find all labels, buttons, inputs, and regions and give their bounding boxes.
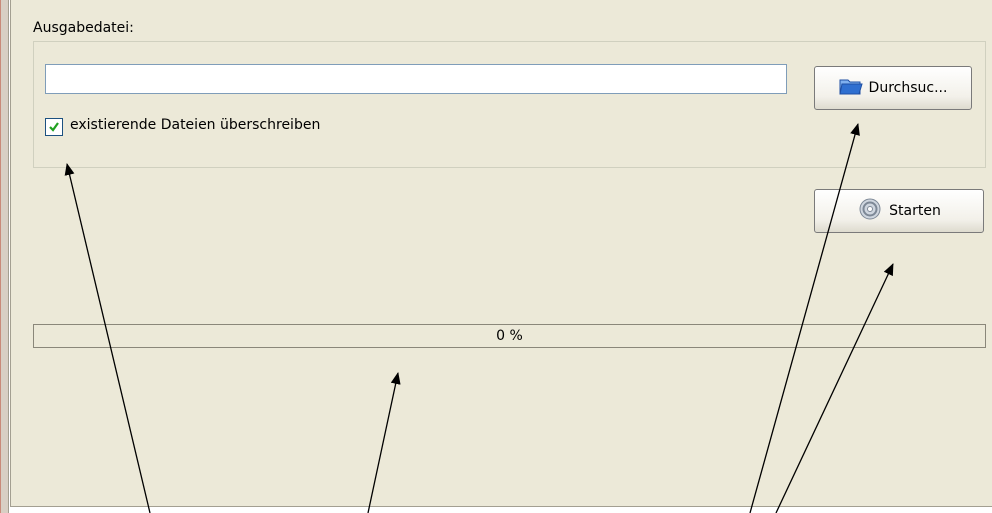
folder-icon — [838, 76, 863, 100]
browse-button-label: Durchsuc... — [868, 80, 948, 96]
start-button[interactable]: Starten — [814, 189, 984, 233]
progress-bar: 0 % — [33, 324, 986, 348]
panel-bottom-border — [10, 506, 992, 507]
left-window-rail — [0, 0, 9, 513]
output-file-path-input[interactable] — [45, 64, 787, 94]
progress-label: 0 % — [496, 328, 523, 344]
start-button-label: Starten — [889, 203, 941, 219]
gear-icon — [857, 196, 883, 226]
overwrite-checkbox[interactable] — [45, 118, 63, 136]
checkmark-icon — [48, 118, 60, 137]
left-rail-edge — [0, 0, 1, 513]
browse-button[interactable]: Durchsuc... — [814, 66, 972, 110]
overwrite-checkbox-label[interactable]: existierende Dateien überschreiben — [70, 117, 320, 133]
output-file-label: Ausgabedatei: — [33, 20, 134, 36]
